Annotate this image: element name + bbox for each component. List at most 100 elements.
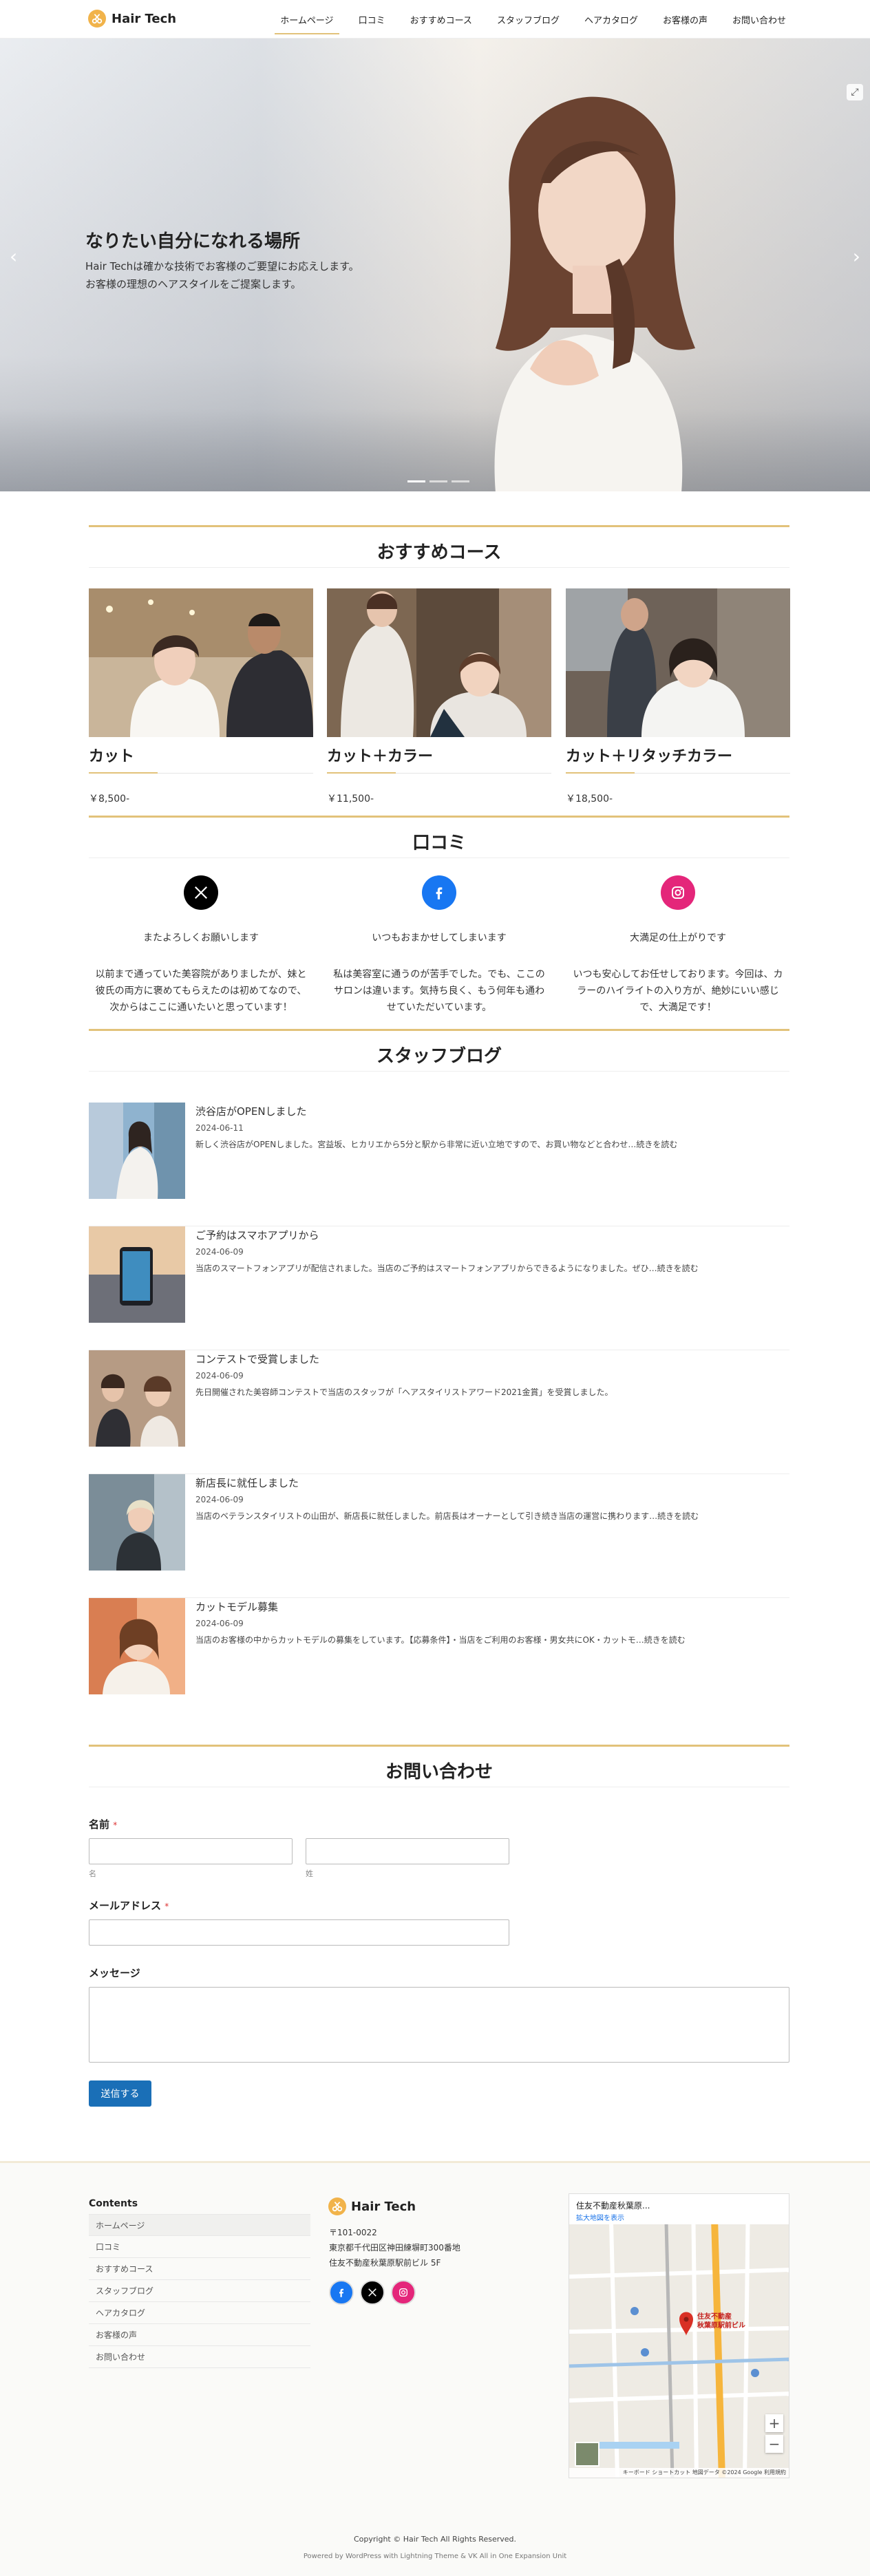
review-headline: またよろしくお願いします [143,933,259,944]
review-body: 私は美容室に通うのが苦手でした。でも、ここの サロンは違います。気持ち良く、もう… [327,966,551,1016]
message-label: メッセージ [89,1967,140,1979]
powered-by[interactable]: Powered by WordPress with Lightning Them… [0,2553,870,2560]
slide-dot-3[interactable] [452,480,469,482]
course-card[interactable]: カット＋リタッチカラー ￥18,500- [566,588,790,805]
review-headline: いつもおまかせしてしまいます [372,933,507,944]
email-label-text: メールアドレス [89,1899,162,1912]
review-line: 彼氏の両方に褒めてもらえたのは初めてなので、 [95,986,307,997]
footer-logo[interactable]: Hair Tech [328,2197,416,2215]
post-title[interactable]: ご予約はスマホアプリから [195,1228,319,1242]
footer-link-hair-catalog[interactable]: ヘアカタログ [89,2302,310,2324]
fullscreen-icon[interactable]: ⤢ [847,84,863,100]
post-excerpt: 当店のお客様の中からカットモデルの募集をしています。【応募条件】・当店をご利用の… [195,1635,686,1645]
post-excerpt: 当店のスマートフォンアプリが配信されました。当店のご予約はスマートフォンアプリか… [195,1264,699,1273]
post-date: 2024-06-09 [195,1371,244,1381]
map-layer-toggle[interactable] [575,2442,600,2467]
x-icon[interactable] [360,2280,385,2305]
footer-link-courses[interactable]: おすすめコース [89,2258,310,2280]
scissors-logo-icon [88,10,106,28]
section-underline [89,567,789,568]
hero-model-image [494,96,695,491]
last-name-hint: 姓 [306,1869,313,1878]
site-footer: Contents ホームページ 口コミ おすすめコース スタッフブログ ヘアカタ… [0,2161,870,2576]
scissors-logo-icon [328,2197,346,2215]
x-icon[interactable] [184,875,218,910]
required-mark: * [165,1902,169,1911]
section-divider [89,525,789,527]
hero-line-2: お客様の理想のヘアスタイルをご提案します。 [85,278,301,290]
map-open-link[interactable]: 拡大地図を表示 [576,2212,624,2222]
post-thumbnail [89,1474,185,1571]
submit-button[interactable]: 送信する [89,2080,151,2107]
section-divider [89,816,789,818]
blog-post[interactable]: 新店長に就任しました 2024-06-09 当店のベテランスタイリストの山田が、… [89,1474,789,1598]
postal-code: 〒101-0022 [329,2228,377,2237]
post-excerpt: 新しく渋谷店がOPENしました。宮益坂、ヒカリエから5分と駅から非常に近い立地で… [195,1140,678,1149]
copyright: Copyright © Hair Tech All Rights Reserve… [354,2535,516,2544]
post-title[interactable]: カットモデル募集 [195,1599,278,1614]
nav-reviews[interactable]: 口コミ [346,0,398,39]
next-slide-arrow-icon[interactable]: › [853,245,860,268]
name-label: 名前 * [89,1817,117,1831]
review-line: 以前まで通っていた美容院がありましたが、妹と [95,969,307,980]
post-thumbnail [89,1350,185,1447]
footer-social-links [329,2280,416,2305]
post-title[interactable]: コンテストで受賞しました [195,1352,319,1366]
review-card: 大満足の仕上がりです いつも安心してお任せしております。今回は、カ ラーのハイラ… [566,875,790,1016]
course-name: カット＋リタッチカラー [566,744,790,774]
slide-dot-1[interactable] [407,480,425,482]
first-name-input[interactable] [89,1838,293,1864]
instagram-icon[interactable] [661,875,695,910]
blog-post[interactable]: 渋谷店がOPENしました 2024-06-11 新しく渋谷店がOPENしました。… [89,1103,789,1226]
section-divider [89,1029,789,1031]
prev-slide-arrow-icon[interactable]: ‹ [10,245,17,268]
nav-courses[interactable]: おすすめコース [398,0,485,39]
course-card[interactable]: カット＋カラー ￥11,500- [327,588,551,805]
post-excerpt: 先日開催された美容師コンテストで当店のスタッフが「ヘアスタイリストアワード202… [195,1387,613,1397]
course-price: ￥11,500- [327,794,374,805]
facebook-icon[interactable] [422,875,456,910]
nav-contact[interactable]: お問い合わせ [720,0,798,39]
first-name-hint: 名 [89,1869,96,1878]
post-date: 2024-06-09 [195,1619,244,1628]
course-price: ￥18,500- [566,794,613,805]
footer-link-staff-blog[interactable]: スタッフブログ [89,2280,310,2302]
hero-title: なりたい自分になれる場所 [85,231,301,252]
footer-link-home[interactable]: ホームページ [89,2214,310,2236]
map-place-title: 住友不動産秋葉原... [576,2201,650,2211]
courses-title: おすすめコース [376,542,502,563]
nav-staff-blog[interactable]: スタッフブログ [485,0,572,39]
post-date: 2024-06-11 [195,1123,244,1133]
facebook-icon[interactable] [329,2280,354,2305]
footer-link-contact[interactable]: お問い合わせ [89,2346,310,2368]
blog-post[interactable]: カットモデル募集 2024-06-09 当店のお客様の中からカットモデルの募集を… [89,1598,789,1722]
course-price: ￥8,500- [89,794,130,805]
message-textarea[interactable] [89,1987,789,2063]
address-line-2: 住友不動産秋葉原駅前ビル 5F [329,2258,441,2268]
map-zoom-out-button[interactable]: − [765,2435,783,2453]
embedded-map[interactable]: 住友不動産秋葉原... 拡大地図を表示 住友不動産 秋葉原駅前ビル + − キー… [569,2193,789,2478]
review-headline: 大満足の仕上がりです [630,933,726,944]
review-body: いつも安心してお任せしております。今回は、カ ラーのハイライトの入り方が、絶妙に… [566,966,790,1016]
course-card[interactable]: カット ￥8,500- [89,588,313,805]
last-name-input[interactable] [306,1838,509,1864]
nav-home[interactable]: ホームページ [268,0,346,39]
main-nav: ホームページ 口コミ おすすめコース スタッフブログ ヘアカタログ お客様の声 … [268,0,798,39]
footer-link-reviews[interactable]: 口コミ [89,2236,310,2258]
post-title[interactable]: 新店長に就任しました [195,1476,299,1490]
footer-link-customer-voice[interactable]: お客様の声 [89,2324,310,2346]
blog-post[interactable]: ご予約はスマホアプリから 2024-06-09 当店のスマートフォンアプリが配信… [89,1226,789,1350]
site-logo[interactable]: Hair Tech [88,10,176,28]
map-canvas[interactable] [569,2194,789,2478]
slide-dot-2[interactable] [429,480,447,482]
post-date: 2024-06-09 [195,1495,244,1504]
review-card: またよろしくお願いします 以前まで通っていた美容院がありましたが、妹と 彼氏の両… [89,875,313,1016]
instagram-icon[interactable] [391,2280,416,2305]
post-title[interactable]: 渋谷店がOPENしました [195,1104,307,1118]
blog-post[interactable]: コンテストで受賞しました 2024-06-09 先日開催された美容師コンテストで… [89,1350,789,1474]
nav-hair-catalog[interactable]: ヘアカタログ [572,0,650,39]
review-line: 私は美容室に通うのが苦手でした。でも、ここの [333,969,545,980]
nav-customer-voice[interactable]: お客様の声 [650,0,720,39]
map-zoom-in-button[interactable]: + [765,2414,783,2432]
email-input[interactable] [89,1919,509,1946]
